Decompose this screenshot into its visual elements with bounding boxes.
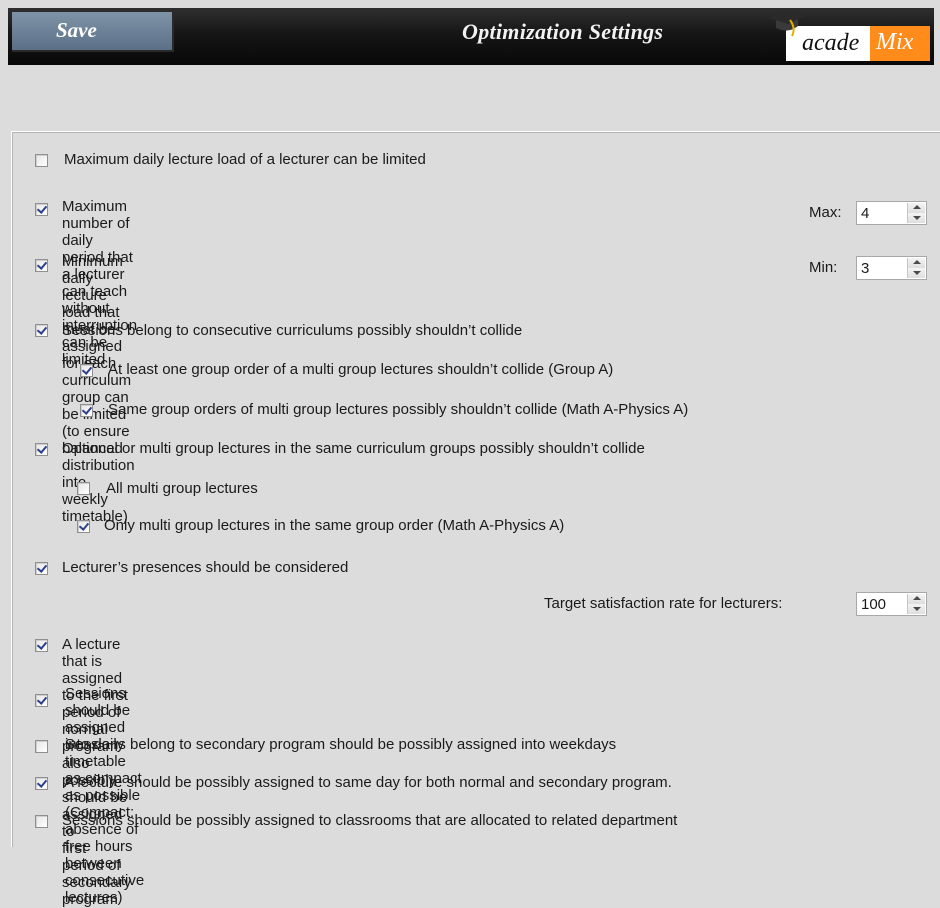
target-satisfaction-label: Target satisfaction rate for lecturers:: [544, 595, 783, 612]
option-label: Optional or multi group lectures in the …: [62, 440, 645, 457]
option-label: Same group orders of multi group lecture…: [108, 401, 689, 418]
min-label: Min:: [809, 259, 838, 276]
checkbox[interactable]: [80, 364, 93, 377]
checkbox[interactable]: [35, 259, 48, 272]
checkbox[interactable]: [77, 520, 90, 533]
max-periods-stepper[interactable]: 4: [856, 201, 927, 225]
checkbox[interactable]: [35, 694, 48, 707]
academix-logo: acade Mix: [768, 10, 930, 61]
checkbox[interactable]: [35, 815, 48, 828]
option-label: At least one group order of a multi grou…: [108, 361, 614, 378]
checkbox[interactable]: [35, 639, 48, 652]
option-label: Sessions belong to secondary program sho…: [65, 736, 617, 753]
target-satisfaction-stepper[interactable]: 100: [856, 592, 927, 616]
decrement-arrow-icon[interactable]: [908, 604, 925, 614]
max-label: Max:: [809, 204, 842, 221]
option-label: Only multi group lectures in the same gr…: [104, 517, 565, 534]
option-label: Sessions should be possibly assigned to …: [62, 812, 678, 829]
decrement-arrow-icon[interactable]: [908, 268, 925, 278]
min-value: 3: [861, 260, 870, 277]
logo-text-acade: acade: [802, 30, 860, 56]
checkbox[interactable]: [35, 324, 48, 337]
logo-text-mix: Mix: [870, 26, 930, 61]
checkbox[interactable]: [80, 404, 93, 417]
settings-panel: Maximum daily lecture load of a lecturer…: [11, 131, 940, 908]
header-bar: Save Optimization Settings acade Mix: [8, 8, 934, 65]
option-label: Lecturer’s presences should be considere…: [62, 559, 349, 576]
checkbox[interactable]: [35, 740, 48, 753]
max-value: 4: [861, 205, 870, 222]
checkbox[interactable]: [35, 777, 48, 790]
decrement-arrow-icon[interactable]: [908, 213, 925, 223]
checkbox[interactable]: [77, 482, 90, 495]
checkbox[interactable]: [35, 203, 48, 216]
option-label: A lecture should be possibly assigned to…: [64, 774, 672, 791]
min-load-stepper[interactable]: 3: [856, 256, 927, 280]
save-button[interactable]: Save: [12, 12, 174, 52]
option-label: Sessions should be assigned into daily t…: [65, 685, 145, 906]
checkbox[interactable]: [35, 443, 48, 456]
target-value: 100: [861, 596, 887, 613]
checkbox[interactable]: [35, 562, 48, 575]
graduation-cap-icon: [768, 10, 806, 37]
checkbox[interactable]: [35, 154, 48, 167]
option-label: Sessions belong to consecutive curriculu…: [62, 322, 523, 339]
option-label: All multi group lectures: [106, 480, 258, 497]
option-label: Maximum daily lecture load of a lecturer…: [64, 151, 426, 168]
page-title: Optimization Settings: [462, 19, 664, 44]
